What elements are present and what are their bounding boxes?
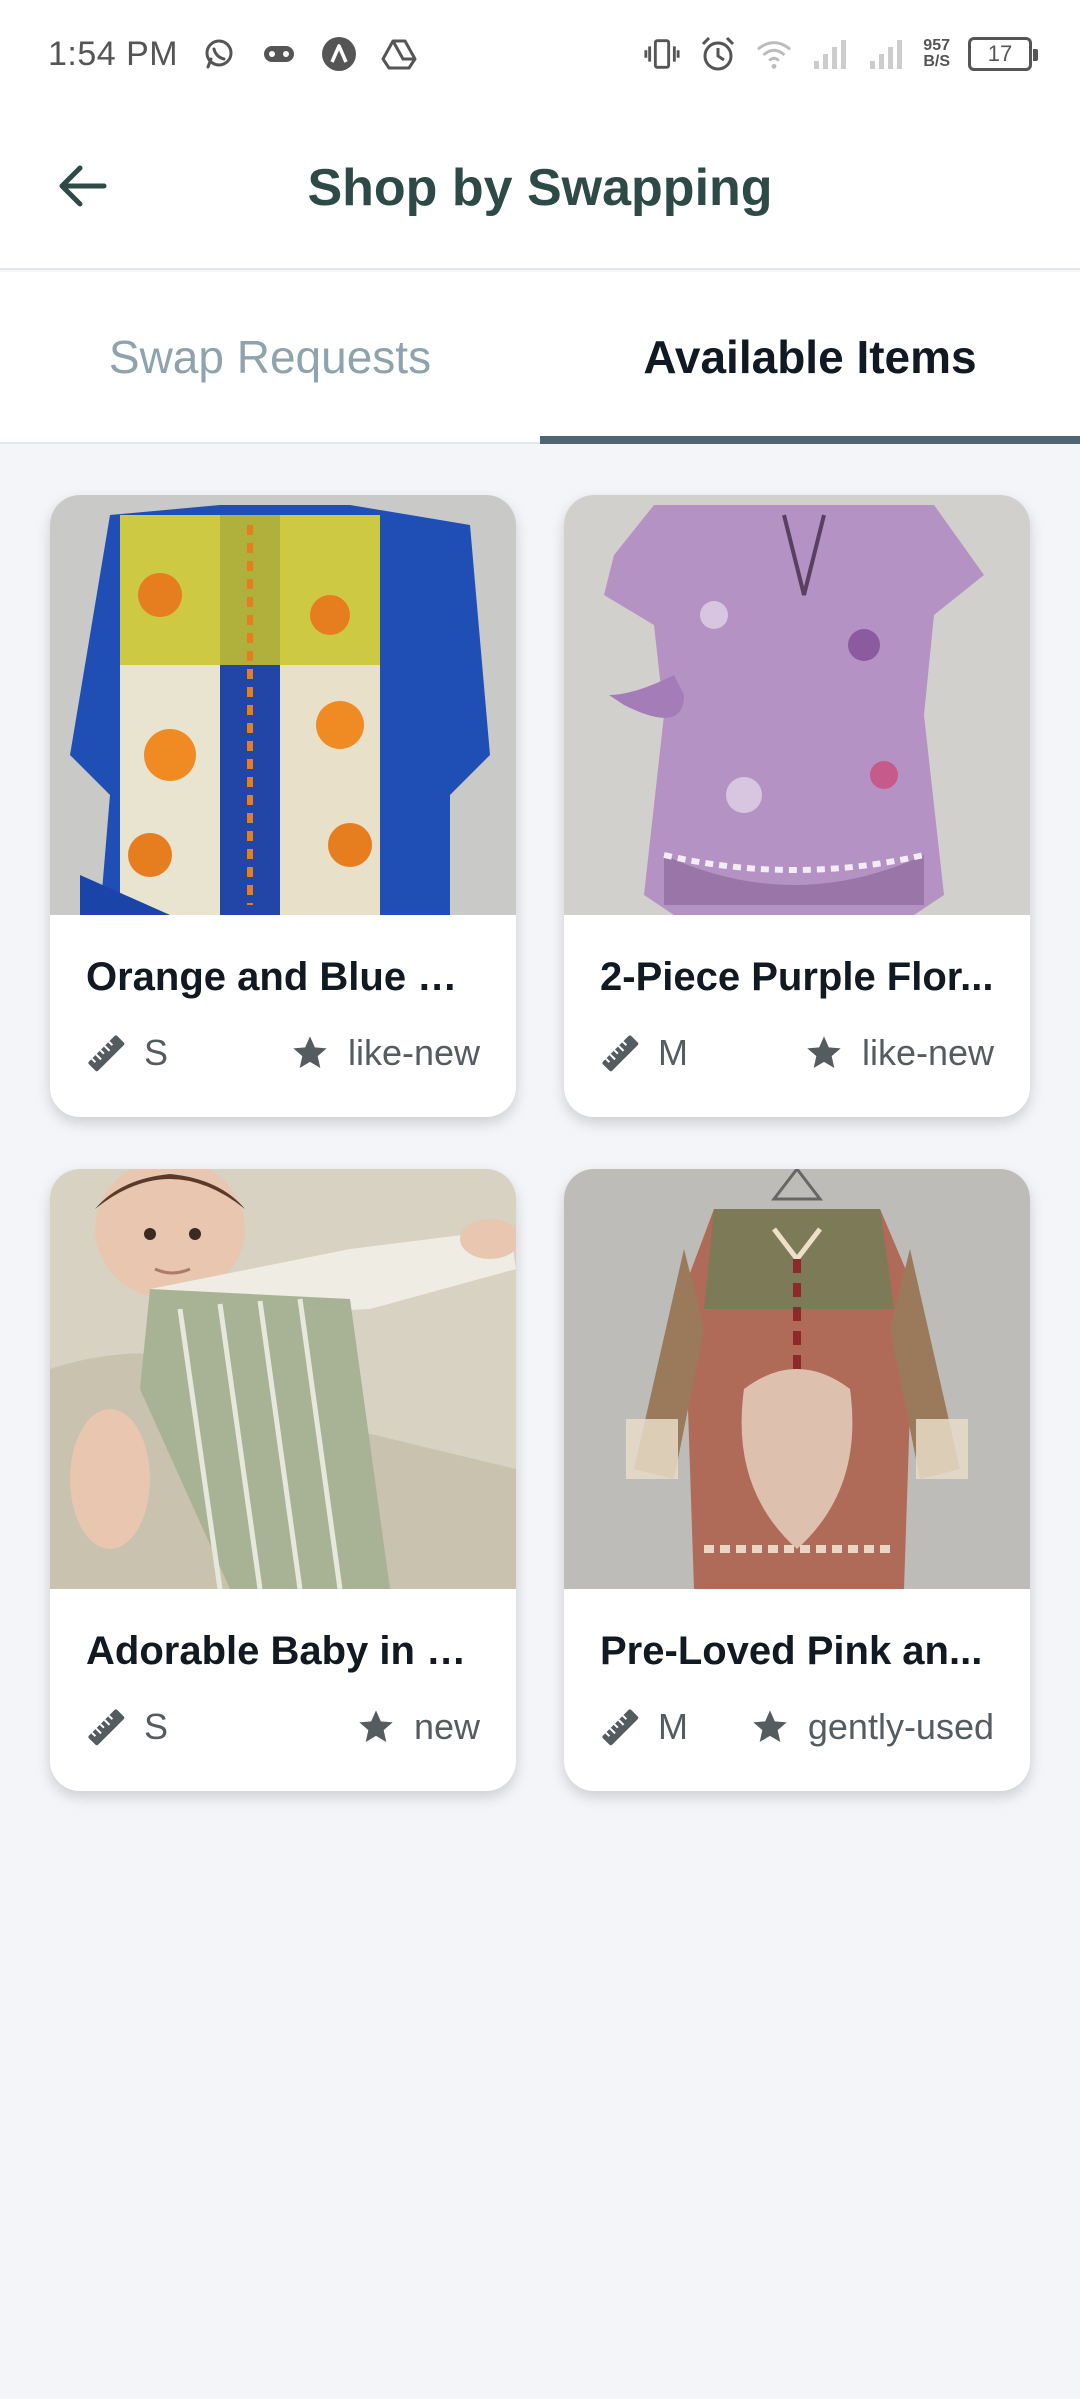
item-size: S (144, 1706, 169, 1747)
tab-swap-requests[interactable]: Swap Requests (0, 272, 540, 442)
star-icon (750, 1707, 790, 1747)
arrow-left-icon (56, 163, 108, 214)
item-image (564, 1169, 1030, 1589)
item-condition: gently-used (807, 1706, 994, 1747)
item-size: S (144, 1032, 169, 1073)
item-card[interactable]: Adorable Baby in G... S new (50, 1169, 516, 1791)
net-speed: 957 B/S (923, 38, 950, 70)
item-size: M (658, 1706, 688, 1747)
tab-available-items[interactable]: Available Items (540, 272, 1080, 444)
item-title: Orange and Blue Fl... (86, 955, 480, 999)
signal-icon (811, 35, 849, 73)
item-condition: like-new (861, 1032, 994, 1073)
item-size: M (658, 1032, 688, 1073)
item-card[interactable]: Pre-Loved Pink an... M gently-used (564, 1169, 1030, 1791)
item-card[interactable]: Orange and Blue Fl... S like-new (50, 495, 516, 1117)
star-icon (804, 1033, 844, 1073)
whatsapp-icon (200, 35, 238, 73)
item-card[interactable]: 2-Piece Purple Flor... M like-new (564, 495, 1030, 1117)
status-bar: 1:54 PM 957 B/S 17 (0, 0, 1080, 108)
net-speed-unit: B/S (923, 53, 950, 70)
star-icon (290, 1033, 330, 1073)
ruler-icon (86, 1033, 126, 1073)
ruler-icon (600, 1033, 640, 1073)
page-title: Shop by Swapping (307, 159, 773, 217)
star-icon (356, 1707, 396, 1747)
item-condition: new (413, 1706, 480, 1747)
vibrate-icon (643, 35, 681, 73)
item-image (50, 495, 516, 915)
net-speed-value: 957 (923, 37, 950, 54)
drive-icon (380, 35, 418, 73)
wifi-icon (755, 35, 793, 73)
ruler-icon (86, 1707, 126, 1747)
alarm-icon (699, 35, 737, 73)
app-a-icon (320, 35, 358, 73)
tab-bar: Swap Requests Available Items (0, 272, 1080, 444)
signal-icon-2 (867, 35, 905, 73)
item-title: 2-Piece Purple Flor... (600, 955, 994, 999)
back-button[interactable] (48, 154, 116, 222)
item-image (50, 1169, 516, 1589)
item-title: Pre-Loved Pink an... (600, 1629, 983, 1673)
ruler-icon (600, 1707, 640, 1747)
status-time: 1:54 PM (48, 34, 179, 73)
item-image (564, 495, 1030, 915)
app-bar: Shop by Swapping (0, 108, 1080, 270)
items-grid: Orange and Blue Fl... S like-new 2-Piece… (50, 495, 1030, 1791)
item-title: Adorable Baby in G... (86, 1629, 480, 1673)
gamepad-icon (260, 35, 298, 73)
item-condition: like-new (347, 1032, 480, 1073)
battery-icon: 17 (968, 37, 1038, 71)
battery-level: 17 (987, 41, 1013, 66)
